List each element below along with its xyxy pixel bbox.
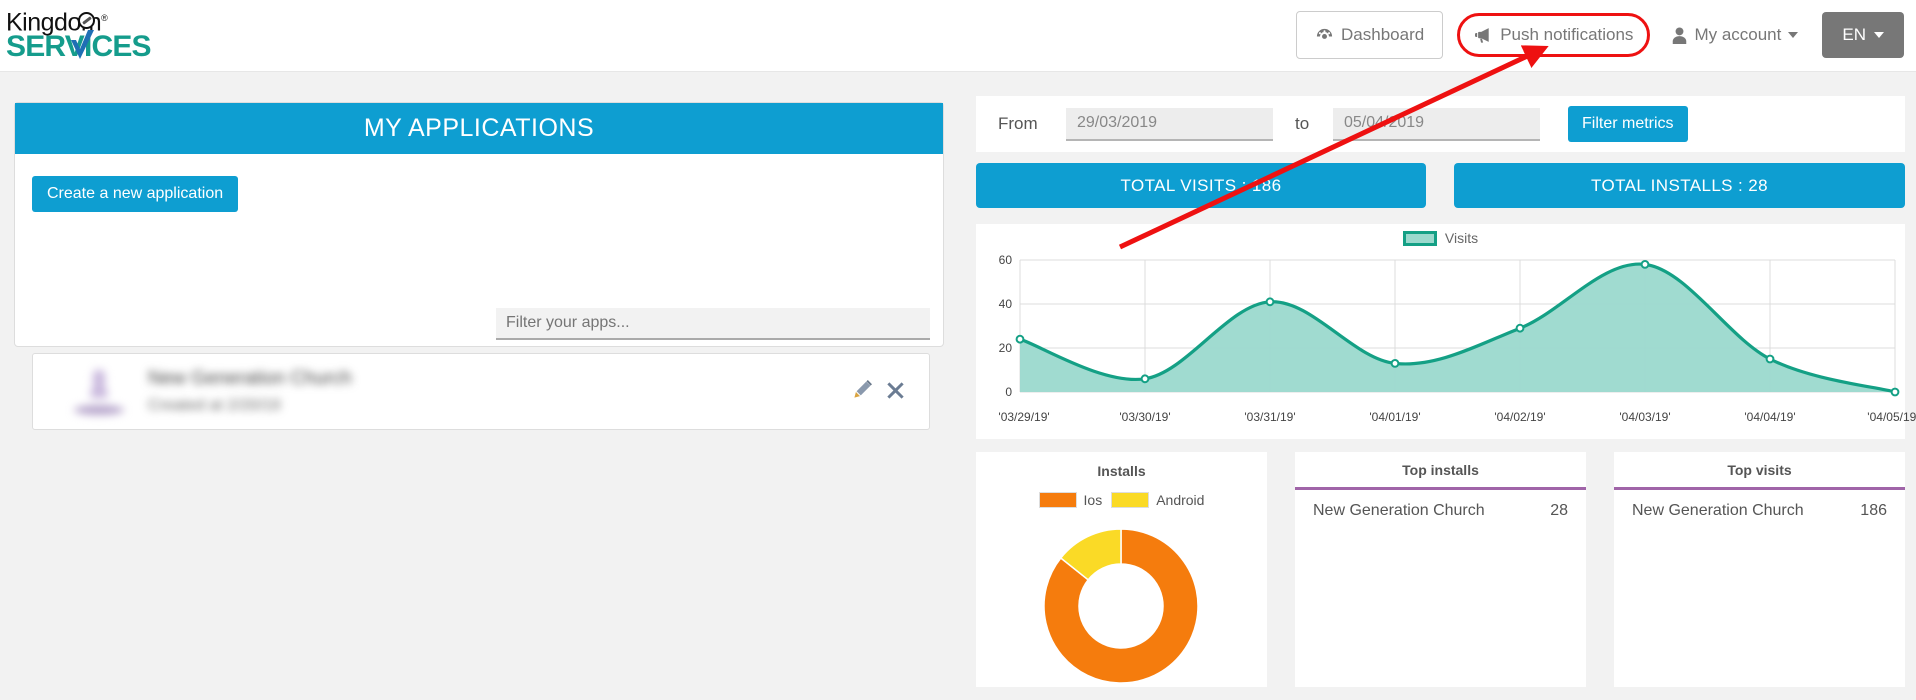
legend-swatch-android — [1111, 492, 1150, 508]
my-account-label: My account — [1694, 25, 1782, 44]
checkmark-icon — [71, 30, 94, 59]
total-visits-card[interactable]: TOTAL VISITS : 186 — [976, 163, 1426, 208]
application-thumbnail — [74, 370, 124, 415]
my-applications-panel: MY APPLICATIONS Create a new application… — [14, 102, 944, 430]
top-installs-card: Top installs New Generation Church 28 — [1295, 452, 1586, 687]
chart-x-tick: '03/30/19' — [1119, 410, 1171, 424]
legend-swatch-ios — [1038, 492, 1077, 508]
chevron-down-icon — [1874, 32, 1884, 38]
filter-apps-input[interactable] — [496, 308, 930, 340]
chart-legend: Visits — [976, 230, 1905, 246]
from-date-input[interactable] — [1066, 107, 1273, 141]
application-row[interactable]: New Generation Church Created at 2/20/19 — [32, 353, 930, 430]
bottom-cards-row: Installs Ios Android Top installs New Ge… — [976, 452, 1905, 687]
language-selector[interactable]: EN — [1822, 12, 1904, 58]
top-visits-app-name: New Generation Church — [1632, 502, 1804, 519]
legend-label-android: Android — [1156, 492, 1205, 508]
top-navigation-bar: Kingdom® SERVICES Dashboard Push notific… — [0, 0, 1916, 72]
visits-area-chart: 0 20 40 60 — [999, 253, 1900, 399]
application-created-date: Created at 2/20/19 — [148, 397, 281, 414]
from-label: From — [998, 114, 1038, 133]
push-notifications-button[interactable]: Push notifications — [1457, 13, 1651, 57]
svg-text:0: 0 — [1005, 385, 1012, 399]
chart-x-tick: '04/02/19' — [1494, 410, 1546, 424]
top-installs-app-name: New Generation Church — [1313, 502, 1485, 519]
language-label: EN — [1842, 25, 1866, 44]
pencil-icon[interactable] — [852, 380, 872, 405]
dashboard-icon — [1315, 26, 1334, 45]
top-installs-app-value: 28 — [1550, 502, 1568, 519]
application-name: New Generation Church — [148, 368, 352, 389]
visits-chart-card: Visits 0 20 40 60 '03/29/19' '03/30/19' '03/3… — [976, 224, 1916, 439]
top-installs-title: Top installs — [1295, 452, 1586, 490]
legend-item-ios[interactable]: Ios — [1038, 492, 1103, 508]
brand-logo[interactable]: Kingdom® SERVICES — [6, 4, 152, 66]
filter-metrics-button[interactable]: Filter metrics — [1568, 106, 1688, 142]
chevron-down-icon — [1788, 32, 1799, 38]
page-title: MY APPLICATIONS — [15, 103, 943, 154]
header-actions: Dashboard Push notifications My account … — [1296, 8, 1904, 62]
installs-legend: Ios Android — [976, 492, 1267, 508]
top-visits-title: Top visits — [1614, 452, 1905, 490]
top-visits-app-value: 186 — [1860, 502, 1887, 519]
compass-icon — [78, 12, 95, 29]
installs-donut-wrap — [976, 526, 1267, 691]
installs-card-title: Installs — [1097, 463, 1146, 479]
svg-text:60: 60 — [999, 253, 1013, 267]
chart-x-tick: '03/29/19' — [998, 410, 1050, 424]
create-new-application-button[interactable]: Create a new application — [32, 176, 239, 212]
chart-x-tick: '04/04/19' — [1744, 410, 1796, 424]
chart-x-tick: '04/05/19' — [1867, 410, 1916, 424]
total-installs-card[interactable]: TOTAL INSTALLS : 28 — [1454, 163, 1905, 208]
legend-label-ios: Ios — [1083, 492, 1103, 508]
installs-donut-chart — [1043, 528, 1199, 684]
megaphone-icon — [1474, 27, 1493, 44]
chart-x-tick: '04/03/19' — [1619, 410, 1671, 424]
to-label: to — [1295, 114, 1310, 133]
svg-text:40: 40 — [999, 297, 1013, 311]
list-item[interactable]: New Generation Church 186 — [1614, 490, 1905, 520]
legend-label-visits: Visits — [1444, 230, 1479, 246]
svg-text:20: 20 — [999, 341, 1013, 355]
registered-mark: ® — [101, 13, 108, 23]
legend-item-android[interactable]: Android — [1111, 492, 1204, 508]
date-range-filter-bar: From to Filter metrics — [976, 96, 1905, 152]
to-date-input[interactable] — [1333, 107, 1540, 141]
chart-x-axis-labels: '03/29/19' '03/30/19' '03/31/19' '04/01/19'… — [976, 410, 1916, 430]
push-notifications-label: Push notifications — [1500, 25, 1634, 44]
totals-row: TOTAL VISITS : 186 TOTAL INSTALLS : 28 — [976, 163, 1905, 208]
application-row-actions — [852, 380, 905, 405]
user-icon — [1672, 26, 1687, 44]
chart-x-tick: '04/01/19' — [1369, 410, 1421, 424]
dashboard-label: Dashboard — [1341, 25, 1425, 44]
legend-swatch-visits — [1402, 230, 1437, 246]
chart-x-tick: '03/31/19' — [1244, 410, 1296, 424]
installs-card: Installs Ios Android — [976, 452, 1267, 687]
dashboard-button[interactable]: Dashboard — [1296, 11, 1444, 59]
close-x-icon[interactable] — [886, 381, 905, 405]
my-account-menu[interactable]: My account — [1660, 13, 1810, 57]
top-visits-card: Top visits New Generation Church 186 — [1614, 452, 1905, 687]
list-item[interactable]: New Generation Church 28 — [1295, 490, 1586, 520]
